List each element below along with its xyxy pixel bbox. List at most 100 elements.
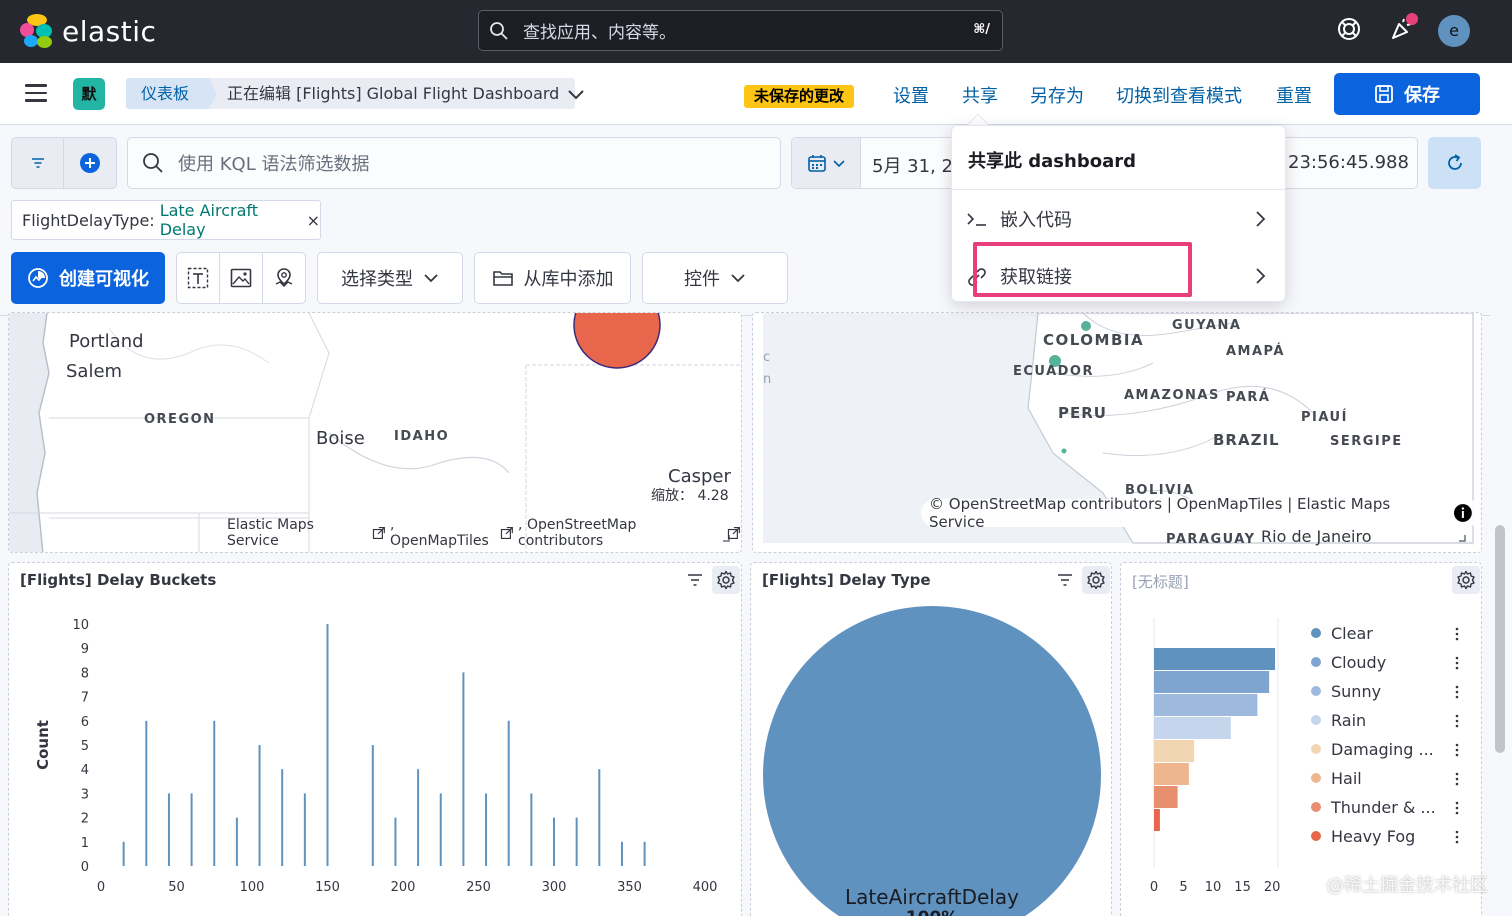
chevron-right-icon xyxy=(1256,211,1266,227)
add-map-button[interactable] xyxy=(263,253,305,303)
legend-swatch xyxy=(1311,802,1321,812)
map-panel-south-america[interactable]: c n GUYANA COLOMBIA AMAPÁ ECUADOR AMAZON… xyxy=(752,312,1482,553)
y-tick-label: 0 xyxy=(81,860,89,875)
breadcrumb-current: 正在编辑 [Flights] Global Flight Dashboard xyxy=(201,78,576,109)
legend-item-menu-icon xyxy=(1455,811,1459,815)
elastic-logo[interactable]: elastic xyxy=(20,14,156,48)
save-as-link[interactable]: 另存为 xyxy=(1030,82,1084,108)
attribution-osm-link[interactable]: , OpenStreetMap contributors xyxy=(518,517,723,549)
x-tick-label: 350 xyxy=(617,880,642,895)
date-end[interactable]: 23:56:45.988 xyxy=(1288,152,1409,173)
help-icon[interactable] xyxy=(1336,16,1362,42)
add-filter-button[interactable] xyxy=(64,138,116,188)
bar xyxy=(1154,763,1189,785)
x-tick-label: 400 xyxy=(693,880,718,895)
add-from-library-button[interactable]: 从库中添加 xyxy=(474,252,631,304)
search-placeholder: 查找应用、内容等。 xyxy=(523,23,676,43)
breadcrumb-dashboards[interactable]: 仪表板 xyxy=(126,78,218,109)
select-type-button[interactable]: 选择类型 xyxy=(317,252,463,304)
bar xyxy=(417,769,420,866)
reset-link[interactable]: 重置 xyxy=(1276,82,1312,108)
y-tick-label: 2 xyxy=(81,812,89,827)
chevron-down-icon[interactable] xyxy=(566,85,586,103)
share-embed-code-item[interactable]: 嵌入代码 xyxy=(966,204,1272,234)
switch-view-mode-link[interactable]: 切换到查看模式 xyxy=(1116,82,1242,108)
refresh-button[interactable] xyxy=(1428,137,1481,189)
attribution-ems-link[interactable]: Elastic Maps Service xyxy=(227,517,368,549)
x-tick-label: 100 xyxy=(240,880,265,895)
external-link-icon xyxy=(501,526,514,540)
legend-item-menu-icon xyxy=(1455,772,1459,776)
attribution-omt-link[interactable]: , OpenMapTiles xyxy=(390,517,496,549)
legend-item-menu-icon xyxy=(1455,632,1459,636)
pie-slice-label: LateAircraftDelay xyxy=(845,885,1019,909)
y-tick-label: 9 xyxy=(81,642,89,657)
legend-item: Rain xyxy=(1331,711,1366,730)
y-tick-label: 4 xyxy=(81,763,89,778)
panel-options-button[interactable] xyxy=(1082,566,1110,594)
share-link[interactable]: 共享 xyxy=(962,82,998,108)
bar xyxy=(371,745,374,866)
map-label-paraguay: PARAGUAY xyxy=(1166,532,1256,547)
legend-item: Sunny xyxy=(1331,682,1381,701)
user-avatar[interactable]: e xyxy=(1438,15,1470,47)
folder-icon xyxy=(492,271,513,286)
x-tick-label: 250 xyxy=(466,880,491,895)
map-label-para: PARÁ xyxy=(1226,390,1271,405)
x-tick-label: 0 xyxy=(1150,880,1158,895)
map-label-idaho: IDAHO xyxy=(394,429,450,444)
bar xyxy=(598,769,601,866)
bar xyxy=(1154,809,1160,831)
filter-menu-button[interactable] xyxy=(12,138,65,188)
legend-item-menu-icon xyxy=(1455,661,1459,665)
legend-swatch xyxy=(1311,715,1321,725)
panel-title: [Flights] Delay Type xyxy=(762,571,931,589)
x-tick-label: 50 xyxy=(168,880,185,895)
notification-dot xyxy=(1406,13,1418,25)
create-visualization-button[interactable]: 创建可视化 xyxy=(11,252,165,304)
legend-item-menu-icon xyxy=(1455,782,1459,786)
map-pin-icon xyxy=(275,268,293,287)
map-panel-northwest[interactable]: Portland Salem OREGON Boise IDAHO Casper… xyxy=(8,312,742,553)
bar xyxy=(213,720,216,866)
image-icon xyxy=(230,268,252,288)
map-attribution-text: © OpenStreetMap contributors | OpenMapTi… xyxy=(929,495,1391,531)
add-image-button[interactable] xyxy=(220,253,263,303)
settings-link[interactable]: 设置 xyxy=(893,82,929,108)
kql-search-input[interactable]: 使用 KQL 语法筛选数据 xyxy=(127,137,781,189)
controls-button[interactable]: 控件 xyxy=(642,252,788,304)
bar xyxy=(1154,648,1276,670)
filter-icon[interactable] xyxy=(1057,573,1073,587)
save-button[interactable]: 保存 xyxy=(1334,73,1480,115)
legend-item-menu-icon xyxy=(1455,627,1459,631)
bar xyxy=(485,793,488,866)
add-text-button[interactable] xyxy=(177,253,220,303)
filter-field: FlightDelayType: xyxy=(22,210,155,230)
legend-item-menu-icon xyxy=(1455,666,1459,670)
filter-icon xyxy=(31,158,44,168)
space-avatar[interactable]: 默 xyxy=(73,78,105,110)
page-scrollbar[interactable] xyxy=(1495,525,1505,753)
delay-buckets-chart: 0123456789100 50 100 150 200 250 300 350 400Coun… xyxy=(34,618,718,895)
save-icon xyxy=(1375,85,1393,103)
global-search-input[interactable]: 查找应用、内容等。 ⌘/ xyxy=(478,10,1003,51)
remove-filter-icon[interactable]: × xyxy=(307,211,320,230)
external-link-icon xyxy=(373,526,386,540)
kql-placeholder: 使用 KQL 语法筛选数据 xyxy=(178,154,370,175)
search-icon xyxy=(490,21,508,40)
filter-pill[interactable]: FlightDelayType: Late Aircraft Delay × xyxy=(11,200,321,240)
legend-item-menu-icon xyxy=(1455,695,1459,699)
legend-item-menu-icon xyxy=(1455,743,1459,747)
legend-item-menu-icon xyxy=(1455,685,1459,689)
menu-toggle-icon[interactable] xyxy=(25,84,47,102)
x-tick-label: 0 xyxy=(97,880,105,895)
map-label-peru: PERU xyxy=(1058,404,1107,422)
bar xyxy=(326,624,329,866)
watermark: @稀土掘金技术社区 xyxy=(1326,875,1488,896)
legend-item: Heavy Fog xyxy=(1331,827,1415,846)
bar xyxy=(553,817,555,866)
bar xyxy=(1154,786,1178,808)
info-icon[interactable] xyxy=(1453,503,1473,523)
legend-item: Damaging ... xyxy=(1331,740,1434,759)
quick-date-menu-button[interactable] xyxy=(792,138,861,188)
